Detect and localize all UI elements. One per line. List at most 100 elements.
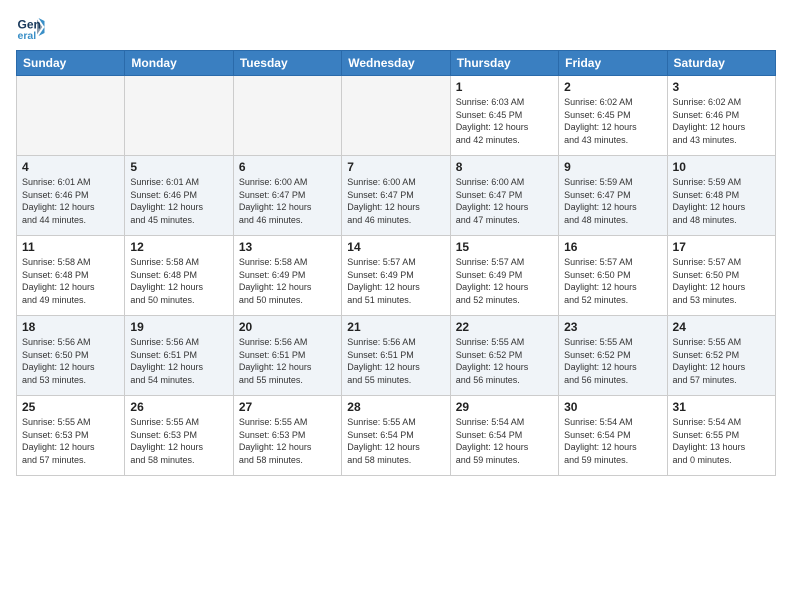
weekday-header-thursday: Thursday xyxy=(450,51,558,76)
calendar-cell: 24 Sunrise: 5:55 AM Sunset: 6:52 PM Dayli… xyxy=(667,316,775,396)
calendar-cell: 13 Sunrise: 5:58 AM Sunset: 6:49 PM Dayli… xyxy=(233,236,341,316)
calendar-cell: 1 Sunrise: 6:03 AM Sunset: 6:45 PM Daylig… xyxy=(450,76,558,156)
calendar-week-5: 25 Sunrise: 5:55 AM Sunset: 6:53 PM Dayli… xyxy=(17,396,776,476)
svg-text:eral: eral xyxy=(18,30,37,42)
day-number: 27 xyxy=(239,400,336,414)
weekday-header-monday: Monday xyxy=(125,51,233,76)
day-number: 1 xyxy=(456,80,553,94)
calendar-cell: 7 Sunrise: 6:00 AM Sunset: 6:47 PM Daylig… xyxy=(342,156,450,236)
day-number: 7 xyxy=(347,160,444,174)
day-number: 11 xyxy=(22,240,119,254)
day-info: Sunrise: 6:02 AM Sunset: 6:45 PM Dayligh… xyxy=(564,96,661,146)
day-info: Sunrise: 5:58 AM Sunset: 6:48 PM Dayligh… xyxy=(22,256,119,306)
weekday-header-tuesday: Tuesday xyxy=(233,51,341,76)
day-info: Sunrise: 5:59 AM Sunset: 6:48 PM Dayligh… xyxy=(673,176,770,226)
day-number: 26 xyxy=(130,400,227,414)
day-info: Sunrise: 5:56 AM Sunset: 6:51 PM Dayligh… xyxy=(130,336,227,386)
day-info: Sunrise: 5:56 AM Sunset: 6:50 PM Dayligh… xyxy=(22,336,119,386)
calendar-cell: 6Sunrise: 6:00 AM Sunset: 6:47 PM Daylig… xyxy=(233,156,341,236)
day-info: Sunrise: 6:03 AM Sunset: 6:45 PM Dayligh… xyxy=(456,96,553,146)
day-info: Sunrise: 5:55 AM Sunset: 6:53 PM Dayligh… xyxy=(239,416,336,466)
calendar-table: SundayMondayTuesdayWednesdayThursdayFrid… xyxy=(16,50,776,476)
day-number: 31 xyxy=(673,400,770,414)
calendar-cell xyxy=(125,76,233,156)
day-number: 4 xyxy=(22,160,119,174)
calendar-cell: 14Sunrise: 5:57 AM Sunset: 6:49 PM Dayli… xyxy=(342,236,450,316)
calendar-header-row: SundayMondayTuesdayWednesdayThursdayFrid… xyxy=(17,51,776,76)
day-number: 6 xyxy=(239,160,336,174)
calendar-cell: 20 Sunrise: 5:56 AM Sunset: 6:51 PM Dayli… xyxy=(233,316,341,396)
day-number: 28 xyxy=(347,400,444,414)
weekday-header-saturday: Saturday xyxy=(667,51,775,76)
calendar-cell: 9 Sunrise: 5:59 AM Sunset: 6:47 PM Daylig… xyxy=(559,156,667,236)
weekday-header-sunday: Sunday xyxy=(17,51,125,76)
calendar-cell xyxy=(233,76,341,156)
calendar-cell xyxy=(342,76,450,156)
calendar-cell: 25 Sunrise: 5:55 AM Sunset: 6:53 PM Dayli… xyxy=(17,396,125,476)
calendar-cell: 4Sunrise: 6:01 AM Sunset: 6:46 PM Daylig… xyxy=(17,156,125,236)
day-number: 17 xyxy=(673,240,770,254)
day-info: Sunrise: 5:58 AM Sunset: 6:48 PM Dayligh… xyxy=(130,256,227,306)
day-number: 8 xyxy=(456,160,553,174)
day-number: 21 xyxy=(347,320,444,334)
weekday-header-friday: Friday xyxy=(559,51,667,76)
calendar-cell xyxy=(17,76,125,156)
calendar-body: 1 Sunrise: 6:03 AM Sunset: 6:45 PM Daylig… xyxy=(17,76,776,476)
day-info: Sunrise: 5:57 AM Sunset: 6:49 PM Dayligh… xyxy=(347,256,444,306)
calendar-cell: 10Sunrise: 5:59 AM Sunset: 6:48 PM Dayli… xyxy=(667,156,775,236)
day-number: 15 xyxy=(456,240,553,254)
day-info: Sunrise: 5:59 AM Sunset: 6:47 PM Dayligh… xyxy=(564,176,661,226)
day-number: 24 xyxy=(673,320,770,334)
day-number: 16 xyxy=(564,240,661,254)
calendar-week-2: 4 Sunrise: 6:01 AM Sunset: 6:46 PM Daylig… xyxy=(17,156,776,236)
calendar-cell: 18Sunrise: 5:56 AM Sunset: 6:50 PM Dayli… xyxy=(17,316,125,396)
day-number: 13 xyxy=(239,240,336,254)
calendar-cell: 15 Sunrise: 5:57 AM Sunset: 6:49 PM Dayli… xyxy=(450,236,558,316)
calendar-week-4: 18Sunrise: 5:56 AM Sunset: 6:50 PM Dayli… xyxy=(17,316,776,396)
day-number: 5 xyxy=(130,160,227,174)
day-number: 12 xyxy=(130,240,227,254)
day-info: Sunrise: 5:57 AM Sunset: 6:50 PM Dayligh… xyxy=(564,256,661,306)
day-info: Sunrise: 5:55 AM Sunset: 6:52 PM Dayligh… xyxy=(564,336,661,386)
day-number: 20 xyxy=(239,320,336,334)
day-info: Sunrise: 5:57 AM Sunset: 6:49 PM Dayligh… xyxy=(456,256,553,306)
day-info: Sunrise: 6:00 AM Sunset: 6:47 PM Dayligh… xyxy=(456,176,553,226)
calendar-cell: 27 Sunrise: 5:55 AM Sunset: 6:53 PM Dayli… xyxy=(233,396,341,476)
day-number: 29 xyxy=(456,400,553,414)
day-number: 19 xyxy=(130,320,227,334)
day-number: 3 xyxy=(673,80,770,94)
calendar-cell: 19 Sunrise: 5:56 AM Sunset: 6:51 PM Dayli… xyxy=(125,316,233,396)
day-number: 30 xyxy=(564,400,661,414)
day-info: Sunrise: 5:54 AM Sunset: 6:55 PM Dayligh… xyxy=(673,416,770,466)
calendar-cell: 12 Sunrise: 5:58 AM Sunset: 6:48 PM Dayli… xyxy=(125,236,233,316)
day-info: Sunrise: 5:57 AM Sunset: 6:50 PM Dayligh… xyxy=(673,256,770,306)
calendar-cell: 8 Sunrise: 6:00 AM Sunset: 6:47 PM Daylig… xyxy=(450,156,558,236)
logo-icon: Gen eral xyxy=(16,12,46,42)
calendar-cell: 23 Sunrise: 5:55 AM Sunset: 6:52 PM Dayli… xyxy=(559,316,667,396)
day-info: Sunrise: 5:55 AM Sunset: 6:54 PM Dayligh… xyxy=(347,416,444,466)
day-number: 2 xyxy=(564,80,661,94)
day-info: Sunrise: 5:55 AM Sunset: 6:53 PM Dayligh… xyxy=(22,416,119,466)
day-info: Sunrise: 6:01 AM Sunset: 6:46 PM Dayligh… xyxy=(130,176,227,226)
calendar-cell: 2 Sunrise: 6:02 AM Sunset: 6:45 PM Daylig… xyxy=(559,76,667,156)
day-info: Sunrise: 5:56 AM Sunset: 6:51 PM Dayligh… xyxy=(239,336,336,386)
day-info: Sunrise: 5:55 AM Sunset: 6:53 PM Dayligh… xyxy=(130,416,227,466)
calendar-cell: 28 Sunrise: 5:55 AM Sunset: 6:54 PM Dayli… xyxy=(342,396,450,476)
calendar-cell: 30 Sunrise: 5:54 AM Sunset: 6:54 PM Dayli… xyxy=(559,396,667,476)
day-info: Sunrise: 5:54 AM Sunset: 6:54 PM Dayligh… xyxy=(564,416,661,466)
calendar-week-3: 11 Sunrise: 5:58 AM Sunset: 6:48 PM Dayli… xyxy=(17,236,776,316)
day-number: 25 xyxy=(22,400,119,414)
day-number: 9 xyxy=(564,160,661,174)
day-info: Sunrise: 5:55 AM Sunset: 6:52 PM Dayligh… xyxy=(673,336,770,386)
day-info: Sunrise: 5:58 AM Sunset: 6:49 PM Dayligh… xyxy=(239,256,336,306)
logo: Gen eral xyxy=(16,12,50,42)
calendar-cell: 21Sunrise: 5:56 AM Sunset: 6:51 PM Dayli… xyxy=(342,316,450,396)
day-number: 22 xyxy=(456,320,553,334)
day-info: Sunrise: 5:55 AM Sunset: 6:52 PM Dayligh… xyxy=(456,336,553,386)
page-header: Gen eral xyxy=(16,12,776,42)
calendar-week-1: 1 Sunrise: 6:03 AM Sunset: 6:45 PM Daylig… xyxy=(17,76,776,156)
day-info: Sunrise: 6:00 AM Sunset: 6:47 PM Dayligh… xyxy=(347,176,444,226)
day-number: 23 xyxy=(564,320,661,334)
calendar-cell: 11 Sunrise: 5:58 AM Sunset: 6:48 PM Dayli… xyxy=(17,236,125,316)
page-container: Gen eral SundayMondayTuesdayWednesdayThu… xyxy=(0,0,792,612)
